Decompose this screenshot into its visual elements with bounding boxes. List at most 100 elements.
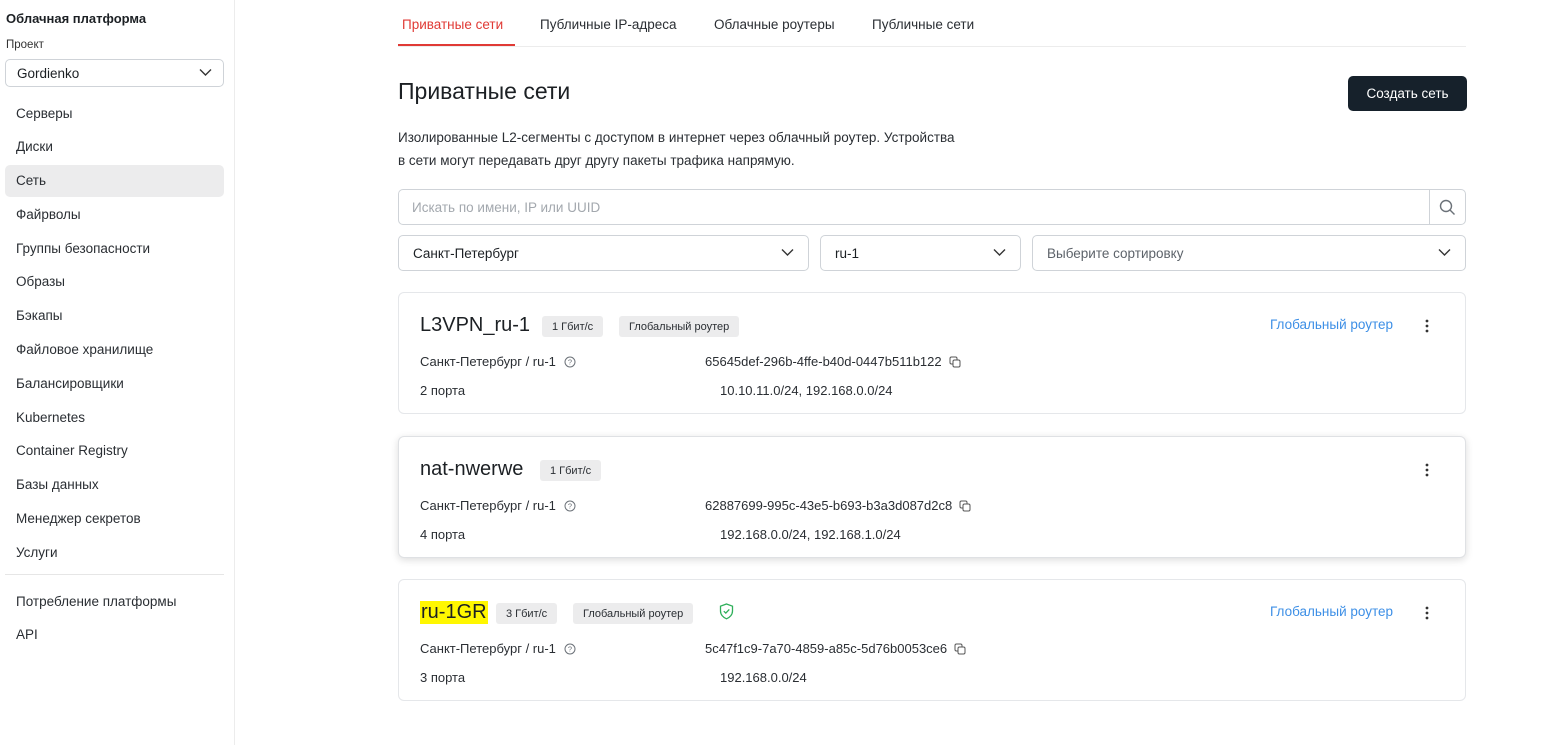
network-card[interactable]: L3VPN_ru-1 1 Гбит/с Глобальный роутер Гл…: [398, 292, 1466, 414]
sidebar-item-label: Группы безопасности: [16, 240, 151, 256]
speed-badge: 3 Гбит/с: [496, 603, 558, 624]
zone-select[interactable]: ru-1: [820, 235, 1021, 271]
tab-private-networks[interactable]: Приватные сети: [402, 17, 503, 32]
sidebar-item-kubernetes[interactable]: Kubernetes: [5, 401, 224, 433]
sidebar-item-services[interactable]: Услуги: [5, 536, 224, 568]
sidebar-item-label: Серверы: [16, 105, 73, 121]
page-description: Изолированные L2-сегменты с доступом в и…: [398, 126, 1038, 172]
create-network-button[interactable]: Создать сеть: [1348, 76, 1467, 111]
search-input[interactable]: [399, 190, 1429, 224]
sidebar-item-firewalls[interactable]: Файрволы: [5, 198, 224, 230]
region-select[interactable]: Санкт-Петербург: [398, 235, 809, 271]
sidebar-item-network[interactable]: Сеть: [5, 164, 224, 197]
sort-select-placeholder: Выберите сортировку: [1047, 245, 1184, 261]
tab-public-networks[interactable]: Публичные сети: [872, 17, 974, 32]
help-icon[interactable]: ?: [564, 356, 576, 368]
sidebar-item-label: API: [16, 627, 38, 643]
network-uuid: 65645def-296b-4ffe-b40d-0447b511b122: [705, 354, 961, 369]
global-router-link[interactable]: Глобальный роутер: [1270, 317, 1393, 332]
network-location: Санкт-Петербург / ru-1 ?: [420, 498, 576, 513]
zone-select-value: ru-1: [835, 245, 860, 261]
project-label: Проект: [6, 39, 44, 51]
region-select-value: Санкт-Петербург: [413, 245, 519, 261]
subnets: 10.10.11.0/24, 192.168.0.0/24: [720, 383, 893, 398]
description-line-2: в сети могут передавать друг другу пакет…: [398, 153, 795, 168]
sidebar-item-balancers[interactable]: Балансировщики: [5, 367, 224, 399]
sidebar-item-label: Бэкапы: [16, 308, 63, 324]
copy-icon[interactable]: [954, 643, 966, 655]
sort-select[interactable]: Выберите сортировку: [1032, 235, 1466, 271]
help-icon[interactable]: ?: [564, 500, 576, 512]
tab-bar: Приватные сети Публичные IP-адреса Облач…: [398, 0, 1466, 47]
location-text: Санкт-Петербург / ru-1: [420, 641, 556, 656]
ports-count: 2 порта: [420, 383, 466, 398]
uuid-text: 5c47f1c9-7a70-4859-a85c-5d76b0053ce6: [705, 641, 948, 656]
network-uuid: 62887699-995c-43e5-b693-b3a3d087d2c8: [705, 498, 971, 513]
sidebar-nav: Серверы Диски Сеть Файрволы Группы безоп…: [5, 97, 224, 570]
sidebar-item-label: Менеджер секретов: [16, 511, 141, 527]
sidebar-item-label: Базы данных: [16, 477, 99, 493]
sidebar-item-label: Файрволы: [16, 206, 81, 222]
more-vertical-icon: [1425, 606, 1429, 620]
sidebar-item-label: Услуги: [16, 544, 58, 560]
sidebar-item-databases[interactable]: Базы данных: [5, 469, 224, 501]
project-select[interactable]: Gordienko: [5, 59, 224, 87]
platform-title: Облачная платформа: [6, 11, 147, 26]
ports-count: 3 порта: [420, 670, 466, 685]
search-box: [398, 189, 1466, 225]
chevron-down-icon: [781, 249, 794, 256]
sidebar-item-secrets-manager[interactable]: Менеджер секретов: [5, 503, 224, 535]
network-location: Санкт-Петербург / ru-1 ?: [420, 354, 576, 369]
more-menu-button[interactable]: [1415, 315, 1439, 337]
sidebar-item-platform-usage[interactable]: Потребление платформы: [5, 585, 224, 617]
sidebar-item-disks[interactable]: Диски: [5, 131, 224, 163]
network-name[interactable]: nat-nwerwe: [420, 458, 523, 481]
sidebar-item-label: Сеть: [16, 173, 47, 189]
network-uuid: 5c47f1c9-7a70-4859-a85c-5d76b0053ce6: [705, 641, 966, 656]
more-menu-button[interactable]: [1415, 602, 1439, 624]
tab-cloud-routers[interactable]: Облачные роутеры: [714, 17, 835, 32]
search-icon: [1439, 199, 1455, 215]
sidebar-item-label: Балансировщики: [16, 375, 124, 391]
sidebar-item-file-storage[interactable]: Файловое хранилище: [5, 334, 224, 366]
sidebar-nav-secondary: Потребление платформы API: [5, 585, 224, 653]
active-tab-indicator: [398, 44, 515, 46]
network-card[interactable]: ru-1GR 3 Гбит/с Глобальный роутер Глобал…: [398, 579, 1466, 701]
global-router-link[interactable]: Глобальный роутер: [1270, 604, 1393, 619]
chevron-down-icon: [993, 249, 1006, 256]
sidebar-item-security-groups[interactable]: Группы безопасности: [5, 232, 224, 264]
chevron-down-icon: [199, 69, 212, 76]
page-title: Приватные сети: [398, 78, 571, 104]
svg-text:?: ?: [568, 501, 572, 510]
uuid-text: 65645def-296b-4ffe-b40d-0447b511b122: [705, 354, 942, 369]
sidebar-item-label: Файловое хранилище: [16, 342, 154, 358]
project-select-value: Gordienko: [17, 65, 80, 81]
ports-count: 4 порта: [420, 527, 466, 542]
location-text: Санкт-Петербург / ru-1: [420, 498, 556, 513]
sidebar-item-container-registry[interactable]: Container Registry: [5, 435, 224, 467]
sidebar-item-backups[interactable]: Бэкапы: [5, 300, 224, 332]
network-card[interactable]: nat-nwerwe 1 Гбит/с Санкт-Петербург / ru…: [398, 436, 1466, 558]
copy-icon[interactable]: [959, 500, 971, 512]
svg-text:?: ?: [568, 357, 572, 366]
subnets: 192.168.0.0/24: [720, 670, 807, 685]
speed-badge: 1 Гбит/с: [542, 316, 604, 337]
sidebar-item-servers[interactable]: Серверы: [5, 97, 224, 129]
sidebar-item-label: Диски: [16, 139, 53, 155]
network-name[interactable]: ru-1GR: [420, 601, 488, 624]
network-name[interactable]: L3VPN_ru-1: [420, 314, 530, 337]
shield-check-icon: [719, 603, 734, 620]
more-vertical-icon: [1425, 463, 1429, 477]
speed-badge: 1 Гбит/с: [540, 460, 602, 481]
tab-public-ips[interactable]: Публичные IP-адреса: [540, 17, 677, 32]
help-icon[interactable]: ?: [564, 643, 576, 655]
more-vertical-icon: [1425, 319, 1429, 333]
sidebar-item-label: Образы: [16, 274, 65, 290]
search-button[interactable]: [1429, 190, 1465, 224]
sidebar-item-api[interactable]: API: [5, 619, 224, 651]
sidebar-item-label: Container Registry: [16, 443, 128, 459]
sidebar-item-images[interactable]: Образы: [5, 266, 224, 298]
copy-icon[interactable]: [949, 356, 961, 368]
more-menu-button[interactable]: [1415, 459, 1439, 481]
chevron-down-icon: [1438, 249, 1451, 256]
